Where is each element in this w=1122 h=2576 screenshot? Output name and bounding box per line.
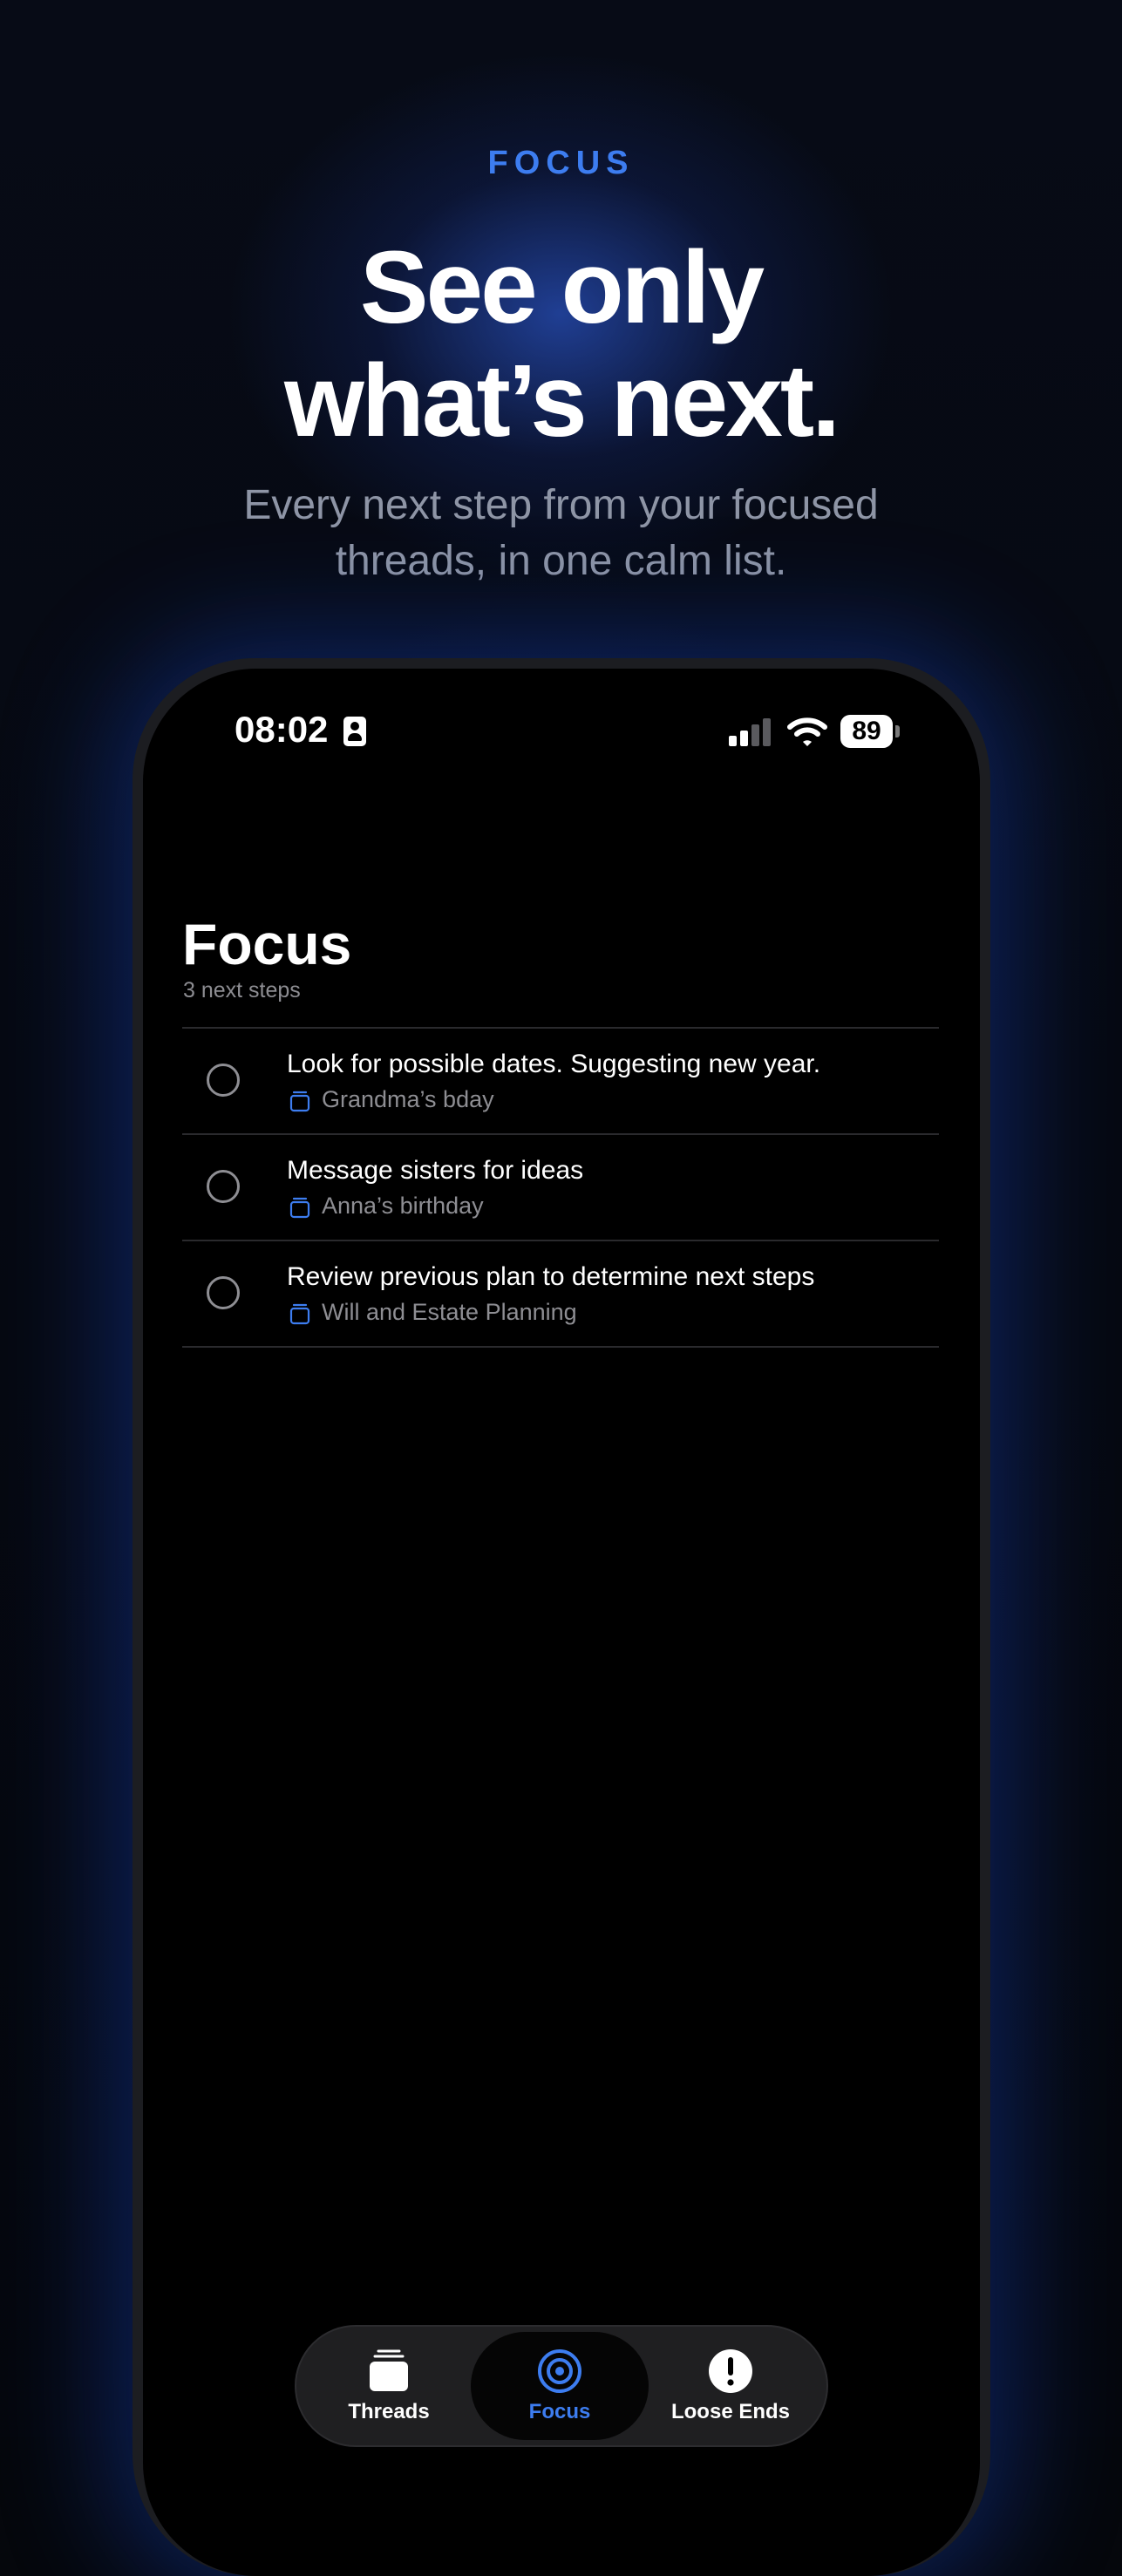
- signal-bar: [740, 731, 748, 746]
- phone-frame: 08:02 89 Focus 3 next steps Look for pos…: [133, 658, 990, 2576]
- list-item[interactable]: Review previous plan to determine next s…: [182, 1241, 939, 1348]
- step-count: 3 next steps: [183, 978, 301, 1003]
- phone-screen: 08:02 89 Focus 3 next steps Look for pos…: [143, 669, 980, 2576]
- contact-card-icon: [343, 717, 366, 746]
- cellular-signal-icon: [729, 718, 781, 746]
- focus-target-icon: [538, 2349, 581, 2393]
- step-text: Review previous plan to determine next s…: [287, 1262, 815, 1291]
- complete-checkbox[interactable]: [207, 1276, 240, 1309]
- list-item[interactable]: Look for possible dates. Suggesting new …: [182, 1027, 939, 1135]
- step-text: Message sisters for ideas: [287, 1156, 584, 1185]
- battery-indicator: 89: [840, 715, 893, 748]
- tab-threads[interactable]: Threads: [300, 2332, 478, 2440]
- tab-label: Loose Ends: [670, 2400, 791, 2423]
- thread-stack-icon: [289, 1197, 310, 1219]
- promo-eyebrow: FOCUS: [487, 145, 635, 181]
- status-time: 08:02: [235, 709, 329, 750]
- signal-bar: [729, 736, 737, 746]
- thread-name: Grandma’s bday: [322, 1086, 494, 1112]
- thread-stack-icon: [289, 1303, 310, 1325]
- thread-name: Anna’s birthday: [322, 1193, 484, 1219]
- complete-checkbox[interactable]: [207, 1064, 240, 1097]
- page-title: Focus: [182, 912, 352, 976]
- thread-name: Will and Estate Planning: [322, 1299, 577, 1325]
- headline-line-1: See only: [359, 230, 765, 345]
- next-steps-list: Look for possible dates. Suggesting new …: [182, 1027, 939, 1348]
- exclamation-circle-icon: [709, 2349, 752, 2393]
- threads-stack-icon: [370, 2349, 408, 2391]
- tab-label: Focus: [528, 2400, 591, 2423]
- tab-bar: Threads Focus Loose Ends: [295, 2325, 828, 2447]
- tab-label: Threads: [348, 2400, 430, 2423]
- wifi-icon: [787, 717, 827, 746]
- battery-cap: [895, 725, 900, 737]
- thread-stack-icon: [289, 1091, 310, 1112]
- list-item[interactable]: Message sisters for ideas Anna’s birthda…: [182, 1135, 939, 1241]
- step-text: Look for possible dates. Suggesting new …: [287, 1050, 821, 1078]
- complete-checkbox[interactable]: [207, 1170, 240, 1203]
- subhead-line-2: threads, in one calm list.: [335, 538, 787, 584]
- tab-loose-ends[interactable]: Loose Ends: [642, 2332, 819, 2440]
- signal-bar: [751, 724, 759, 746]
- subhead-line-1: Every next step from your focused: [243, 482, 879, 528]
- headline-line-2: what’s next.: [283, 343, 840, 459]
- promo-headline: See only what’s next.: [0, 231, 1122, 458]
- tab-focus[interactable]: Focus: [471, 2332, 649, 2440]
- promo-subhead: Every next step from your focused thread…: [0, 478, 1122, 589]
- signal-bar: [763, 718, 771, 746]
